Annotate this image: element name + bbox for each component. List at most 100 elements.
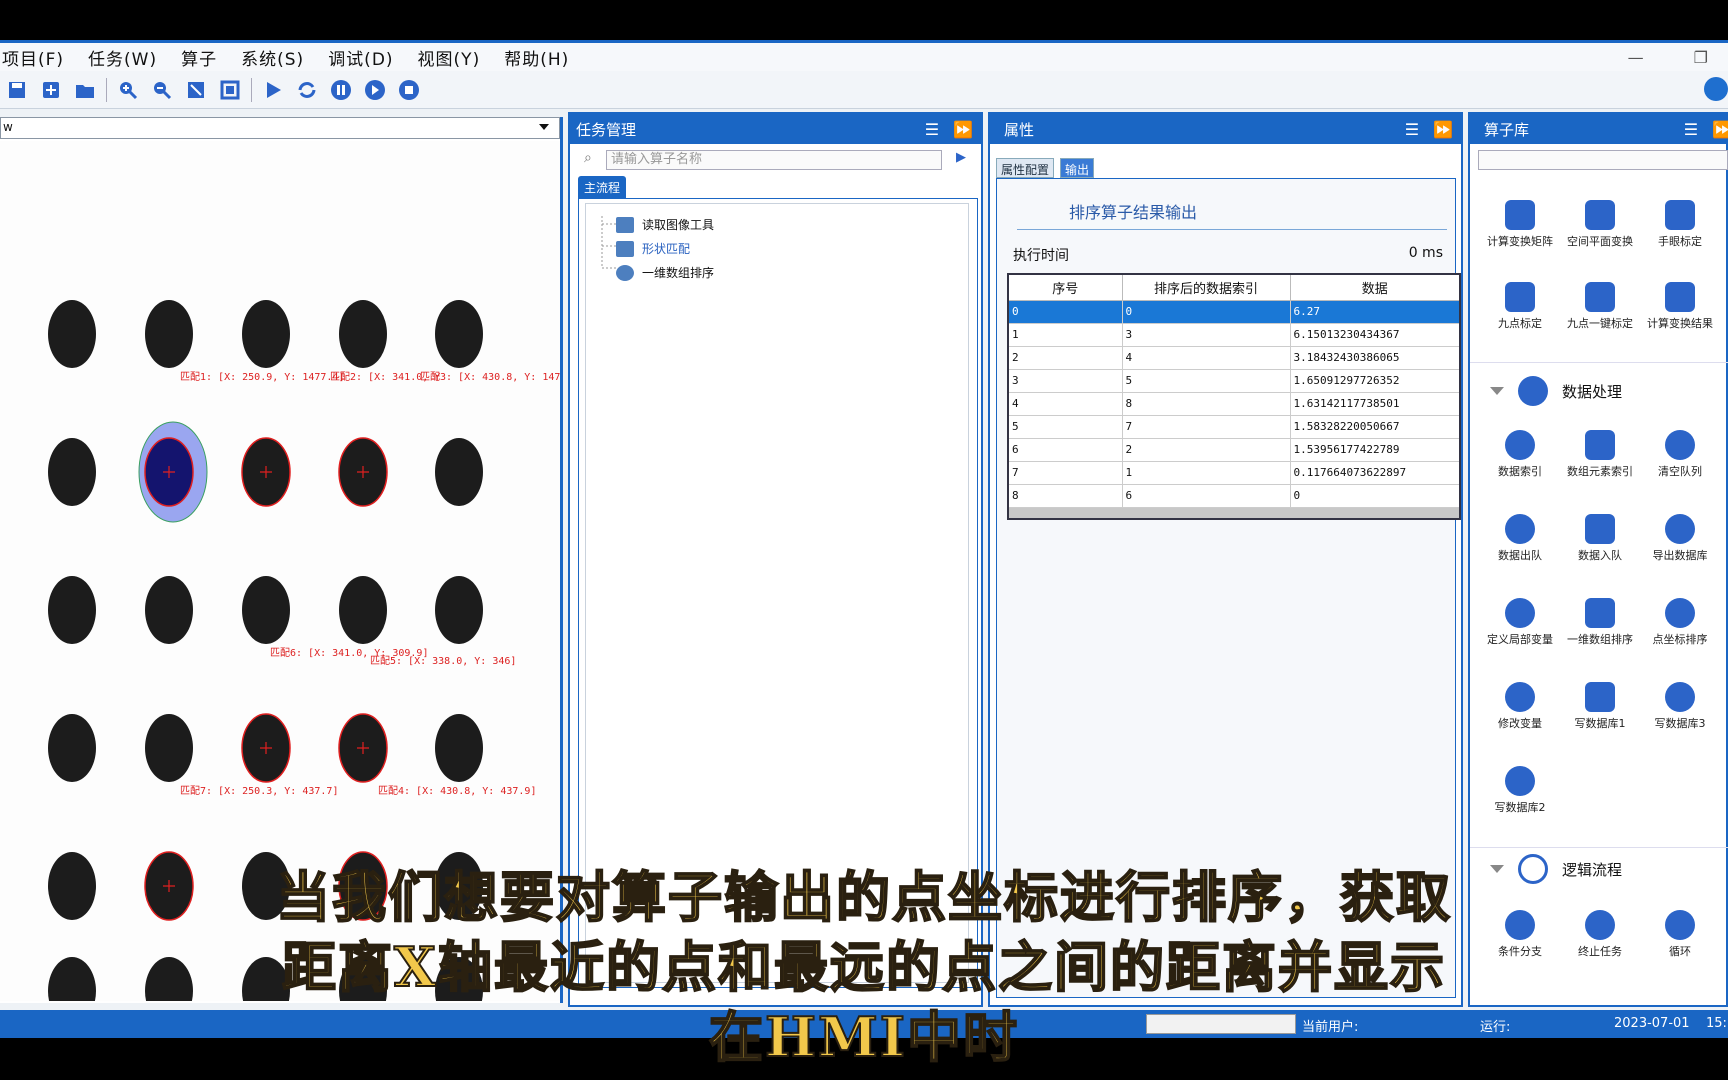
- tile-top-4[interactable]: 九点一键标定: [1560, 282, 1640, 330]
- dot-mark: [145, 714, 193, 782]
- exec-time-value: 0 ms: [1408, 245, 1443, 261]
- table-row[interactable]: 0 0 6.27: [1007, 299, 1461, 324]
- tile-label: 计算变换矩阵: [1487, 235, 1553, 248]
- section-data-processing[interactable]: 数据处理: [1490, 376, 1622, 406]
- table-row[interactable]: 5 7 1.58328220050667: [1007, 414, 1461, 439]
- tile-data-10[interactable]: 写数据库1: [1560, 682, 1640, 730]
- icon-data-9: [1505, 682, 1535, 712]
- library-search-input[interactable]: [1478, 150, 1728, 170]
- tile-data-12[interactable]: 写数据库2: [1480, 766, 1560, 814]
- fit-icon[interactable]: [183, 77, 209, 103]
- tile-data-7[interactable]: 一维数组排序: [1560, 598, 1640, 646]
- tile-data-8[interactable]: 点坐标排序: [1640, 598, 1720, 646]
- minimize-button[interactable]: —: [1628, 48, 1644, 67]
- tile-top-1[interactable]: 空间平面变换: [1560, 200, 1640, 248]
- table-row[interactable]: 1 3 6.15013230434367: [1007, 322, 1461, 347]
- node-read-image[interactable]: 读取图像工具: [616, 216, 714, 233]
- tile-data-1[interactable]: 数组元素索引: [1560, 430, 1640, 478]
- sort-result-table[interactable]: 序号 排序后的数据索引 数据 0 0 6.27 1 3 6.15013230434367…: [1007, 273, 1461, 520]
- new-icon[interactable]: [38, 77, 64, 103]
- icon-data-2: [1665, 430, 1695, 460]
- tab-main-flow[interactable]: 主流程: [578, 176, 627, 198]
- search-icon: ⌕: [584, 150, 592, 166]
- open-folder-icon[interactable]: [72, 77, 98, 103]
- save-icon[interactable]: [4, 77, 30, 103]
- lib-panel-header: 算子库 ☰ ⏩: [1470, 114, 1728, 144]
- dot-mark: [145, 576, 193, 644]
- collapse-icon[interactable]: ⏩: [953, 120, 973, 139]
- menu-system[interactable]: 系统(S): [241, 45, 304, 70]
- icon-top-1: [1585, 200, 1615, 230]
- tile-data-0[interactable]: 数据索引: [1480, 430, 1560, 478]
- menu-view[interactable]: 视图(Y): [418, 45, 481, 70]
- icon-data-6: [1505, 598, 1535, 628]
- output-heading: 排序算子结果输出: [1069, 203, 1198, 222]
- menu-debug[interactable]: 调试(D): [328, 45, 393, 70]
- tile-data-11[interactable]: 写数据库3: [1640, 682, 1720, 730]
- dot-mark: [435, 576, 483, 644]
- dot-mark: [48, 300, 96, 368]
- tab-output[interactable]: 输出: [1060, 158, 1095, 178]
- tile-label: 写数据库2: [1494, 801, 1546, 814]
- stop-icon[interactable]: [396, 77, 422, 103]
- icon-data-5: [1665, 514, 1695, 544]
- pause-icon[interactable]: [328, 77, 354, 103]
- table-row[interactable]: 4 8 1.63142117738501: [1007, 391, 1461, 416]
- tile-data-4[interactable]: 数据入队: [1560, 514, 1640, 562]
- zoom-out-icon[interactable]: [149, 77, 175, 103]
- tile-label: 九点标定: [1498, 317, 1542, 330]
- tab-property-config[interactable]: 属性配置: [996, 158, 1055, 178]
- image-source-value: w: [3, 120, 13, 134]
- collapse-icon[interactable]: ⏩: [1712, 120, 1728, 139]
- menu-icon[interactable]: ☰: [1684, 120, 1698, 139]
- user-icon[interactable]: [1704, 77, 1728, 101]
- operator-search-input[interactable]: 请输入算子名称: [606, 150, 942, 170]
- table-row[interactable]: 2 4 3.18432430386065: [1007, 345, 1461, 370]
- table-row[interactable]: 6 2 1.53956177422789: [1007, 437, 1461, 462]
- node-array-sort[interactable]: 一维数组排序: [616, 264, 714, 281]
- dot-mark: [48, 714, 96, 782]
- menu-help[interactable]: 帮助(H): [504, 45, 569, 70]
- table-scroll-strip[interactable]: [1007, 506, 1461, 520]
- tile-data-9[interactable]: 修改变量: [1480, 682, 1560, 730]
- tile-top-0[interactable]: 计算变换矩阵: [1480, 200, 1560, 248]
- tile-data-6[interactable]: 定义局部变量: [1480, 598, 1560, 646]
- tile-top-3[interactable]: 九点标定: [1480, 282, 1560, 330]
- menu-icon[interactable]: ☰: [925, 120, 939, 139]
- icon-data-0: [1505, 430, 1535, 460]
- tile-data-2[interactable]: 清空队列: [1640, 430, 1720, 478]
- toolbar: [0, 71, 1728, 109]
- menu-icon[interactable]: ☰: [1405, 120, 1419, 139]
- loop-run-icon[interactable]: [294, 77, 320, 103]
- col-data[interactable]: 数据: [1289, 273, 1461, 301]
- dot-mark: [339, 576, 387, 644]
- table-row[interactable]: 7 1 0.117664073622897: [1007, 460, 1461, 485]
- fullscreen-icon[interactable]: [217, 77, 243, 103]
- menu-operator[interactable]: 算子: [181, 45, 217, 70]
- tile-data-5[interactable]: 导出数据库: [1640, 514, 1720, 562]
- step-icon[interactable]: [362, 77, 388, 103]
- table-row[interactable]: 3 5 1.65091297726352: [1007, 368, 1461, 393]
- col-index[interactable]: 序号: [1007, 273, 1123, 301]
- icon-data-11: [1665, 682, 1695, 712]
- table-row[interactable]: 860: [1007, 483, 1461, 508]
- col-sorted-index[interactable]: 排序后的数据索引: [1121, 273, 1291, 301]
- dot-mark: [435, 714, 483, 782]
- node-shape-match[interactable]: 形状匹配: [616, 240, 690, 257]
- icon-data-12: [1505, 766, 1535, 796]
- tile-label: 手眼标定: [1658, 235, 1702, 248]
- menu-project[interactable]: 项目(F): [2, 45, 64, 70]
- array-sort-icon: [616, 264, 634, 281]
- tile-top-5[interactable]: 计算变换结果: [1640, 282, 1720, 330]
- icon-top-4: [1585, 282, 1615, 312]
- collapse-icon[interactable]: ⏩: [1433, 120, 1453, 139]
- tile-top-2[interactable]: 手眼标定: [1640, 200, 1720, 248]
- match-label-7: 匹配7: [X: 250.3, Y: 437.7]: [180, 786, 339, 797]
- tile-data-3[interactable]: 数据出队: [1480, 514, 1560, 562]
- restore-button[interactable]: ❐: [1694, 48, 1708, 67]
- zoom-in-icon[interactable]: [115, 77, 141, 103]
- menu-task[interactable]: 任务(W): [88, 45, 157, 70]
- run-icon[interactable]: [260, 77, 286, 103]
- image-source-select[interactable]: w: [0, 117, 560, 139]
- search-go-icon[interactable]: ▶: [956, 150, 966, 165]
